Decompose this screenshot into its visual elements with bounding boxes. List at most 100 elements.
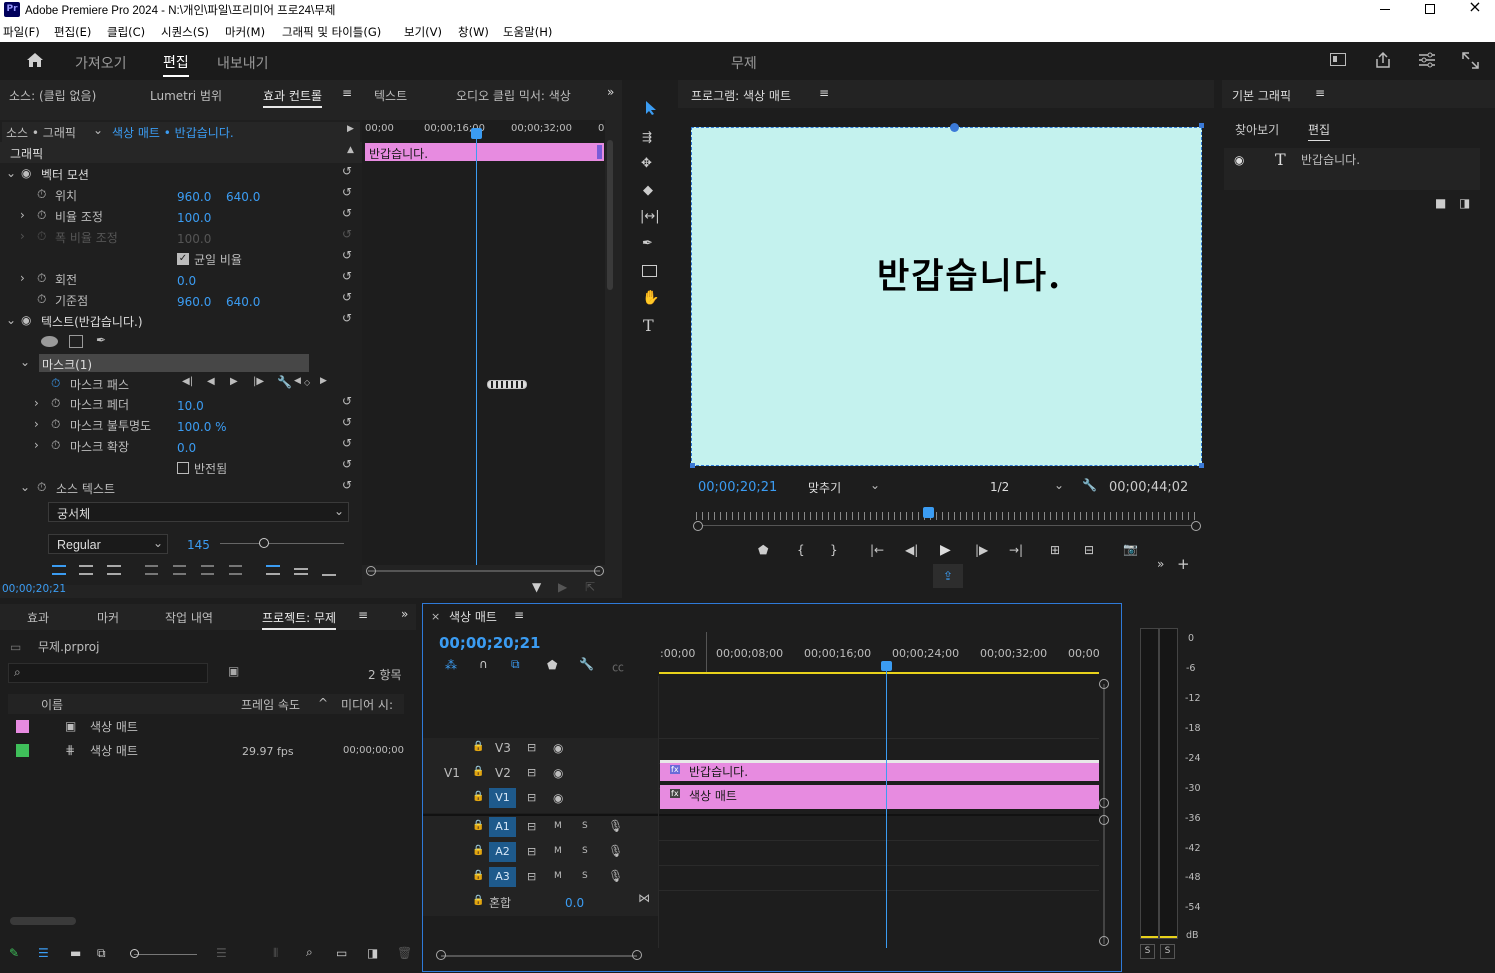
timeline-playhead-handle[interactable]: [881, 661, 892, 671]
align-bottom-icon[interactable]: [322, 572, 336, 576]
wrench-icon[interactable]: 🔧: [1082, 478, 1097, 492]
keyframe-prev-icon[interactable]: ◀: [294, 376, 301, 386]
lock-icon[interactable]: 🔒: [472, 741, 484, 752]
vscroll-handle-mid[interactable]: [1099, 798, 1109, 808]
stopwatch-icon[interactable]: ⏱: [37, 271, 46, 286]
chevron-right-icon[interactable]: ›: [34, 417, 39, 431]
font-size-slider-handle[interactable]: [259, 538, 269, 548]
lock-icon[interactable]: 🔒: [472, 766, 484, 777]
ellipse-mask-icon[interactable]: [41, 336, 58, 347]
sync-lock-icon[interactable]: ⊟: [527, 766, 536, 779]
go-to-in-icon[interactable]: |←: [870, 543, 884, 557]
align-center-icon[interactable]: [79, 565, 93, 575]
clip-v2[interactable]: fx 반갑습니다.: [660, 760, 1099, 781]
freeform-view-icon[interactable]: ⧉: [97, 946, 106, 961]
tab-audio-clip-mixer[interactable]: 오디오 클립 믹서: 색상: [456, 87, 571, 104]
program-scroll-right-handle[interactable]: [1191, 521, 1201, 531]
rectangle-tool-icon[interactable]: [642, 265, 657, 277]
align-top-icon[interactable]: [266, 565, 280, 575]
col-name-header[interactable]: 이름: [41, 696, 63, 713]
chevron-down-icon[interactable]: ⌄: [6, 313, 16, 327]
inverted-checkbox[interactable]: [177, 462, 189, 474]
sync-lock-icon[interactable]: ⊟: [527, 820, 536, 833]
zoom-slider[interactable]: [134, 954, 197, 955]
selection-tool-icon[interactable]: [644, 100, 658, 116]
ec-playhead-handle[interactable]: [471, 128, 482, 139]
menu-file[interactable]: 파일(F): [3, 24, 40, 40]
tab-edit[interactable]: 편집: [163, 52, 189, 77]
eye-icon[interactable]: ◉: [553, 766, 563, 780]
timeline-vertical-scrollbar[interactable]: [1103, 684, 1105, 944]
project-search-input[interactable]: ⌕: [8, 663, 208, 683]
keyframe-add-icon[interactable]: ◇: [304, 378, 310, 387]
lock-icon[interactable]: 🔒: [472, 820, 484, 831]
source-patch-v1[interactable]: V1: [444, 766, 460, 780]
effect-controls-menu-icon[interactable]: ≡: [342, 86, 352, 100]
comparison-view-button[interactable]: ⇪: [933, 564, 963, 588]
track-target-v1[interactable]: V1: [489, 788, 516, 808]
share-icon[interactable]: [1374, 51, 1392, 69]
linked-selection-icon[interactable]: ⧉: [511, 657, 520, 672]
mute-button[interactable]: M: [554, 846, 562, 856]
mix-value[interactable]: 0.0: [565, 896, 584, 910]
microphone-icon[interactable]: 🎙: [608, 869, 623, 883]
program-playhead[interactable]: [923, 507, 934, 518]
vscroll-handle-mid2[interactable]: [1099, 815, 1109, 825]
timeline-menu-icon[interactable]: ≡: [514, 608, 524, 622]
clip-path-label[interactable]: 색상 매트 • 반갑습니다.: [112, 124, 234, 141]
program-time-ruler[interactable]: [696, 512, 1196, 520]
wrench-icon[interactable]: 🔧: [277, 375, 292, 389]
filter-icon[interactable]: ▼: [532, 580, 541, 594]
eye-icon[interactable]: ◉: [553, 791, 563, 805]
step-back-icon[interactable]: ◀|: [905, 543, 918, 557]
layer-name[interactable]: 반갑습니다.: [1301, 151, 1360, 168]
tab-browse[interactable]: 찾아보기: [1235, 121, 1279, 138]
zoom-slider-handle[interactable]: [130, 949, 139, 958]
align-right-icon[interactable]: [107, 565, 121, 575]
pen-tool-icon[interactable]: ✒: [642, 236, 653, 251]
hscroll-handle-left[interactable]: [436, 950, 446, 960]
menu-edit[interactable]: 편집(E): [54, 24, 91, 40]
reset-icon[interactable]: ↺: [342, 206, 352, 220]
reset-icon[interactable]: ↺: [342, 290, 352, 304]
stopwatch-icon[interactable]: ⏱: [37, 208, 46, 223]
project-menu-icon[interactable]: ≡: [358, 608, 368, 622]
justify-last-right-icon[interactable]: [201, 565, 214, 575]
position-x-value[interactable]: 960.0: [177, 190, 211, 204]
mask-corner-handle[interactable]: [1199, 123, 1204, 128]
ec-scroll-handle-left[interactable]: [366, 566, 376, 576]
mask-handle[interactable]: [950, 123, 959, 132]
col-media-header[interactable]: 미디어 시:: [341, 696, 393, 713]
program-monitor-title[interactable]: 프로그램: 색상 매트: [691, 87, 791, 104]
lock-icon[interactable]: 🔒: [472, 791, 484, 802]
solo-button[interactable]: S: [582, 846, 588, 856]
mask-path-keyframes[interactable]: [487, 380, 527, 389]
mask-opacity-value[interactable]: 100.0 %: [177, 420, 227, 434]
clip-v1[interactable]: fx 색상 매트: [660, 785, 1099, 809]
tab-text[interactable]: 텍스트: [374, 87, 407, 104]
solo-left-button[interactable]: S: [1140, 944, 1155, 959]
track-target-a1[interactable]: A1: [489, 817, 516, 837]
font-size-slider[interactable]: [220, 543, 344, 544]
solo-button[interactable]: S: [582, 821, 588, 831]
tab-project[interactable]: 프로젝트: 무제: [262, 609, 337, 630]
timeline-timecode[interactable]: 00;00;20;21: [439, 634, 541, 652]
stopwatch-icon[interactable]: ⏱: [51, 417, 60, 432]
essential-graphics-title[interactable]: 기본 그래픽: [1232, 87, 1291, 104]
vscroll-handle-bottom[interactable]: [1099, 936, 1109, 946]
mute-button[interactable]: M: [554, 871, 562, 881]
ec-vertical-scrollbar[interactable]: [607, 140, 613, 290]
clip-dropdown-chevron-icon[interactable]: ⌄: [93, 123, 103, 137]
list-item[interactable]: ⋕ 색상 매트 29.97 fps 00;00;00;00: [8, 740, 404, 762]
lock-icon[interactable]: 🔒: [472, 870, 484, 881]
rectangle-mask-icon[interactable]: [69, 335, 83, 348]
menu-graphics[interactable]: 그래픽 및 타이틀(G): [282, 24, 381, 40]
panel-overflow-icon[interactable]: »: [401, 607, 408, 621]
mark-out-icon[interactable]: }: [830, 543, 838, 557]
sync-lock-icon[interactable]: ⊟: [527, 791, 536, 804]
slip-tool-icon[interactable]: |↔|: [640, 209, 660, 224]
canvas-title-text[interactable]: 반갑습니다.: [877, 248, 1062, 299]
anchor-y-value[interactable]: 640.0: [226, 295, 260, 309]
quick-settings-icon[interactable]: [1418, 52, 1436, 68]
sort-up-icon[interactable]: ^: [318, 696, 328, 710]
